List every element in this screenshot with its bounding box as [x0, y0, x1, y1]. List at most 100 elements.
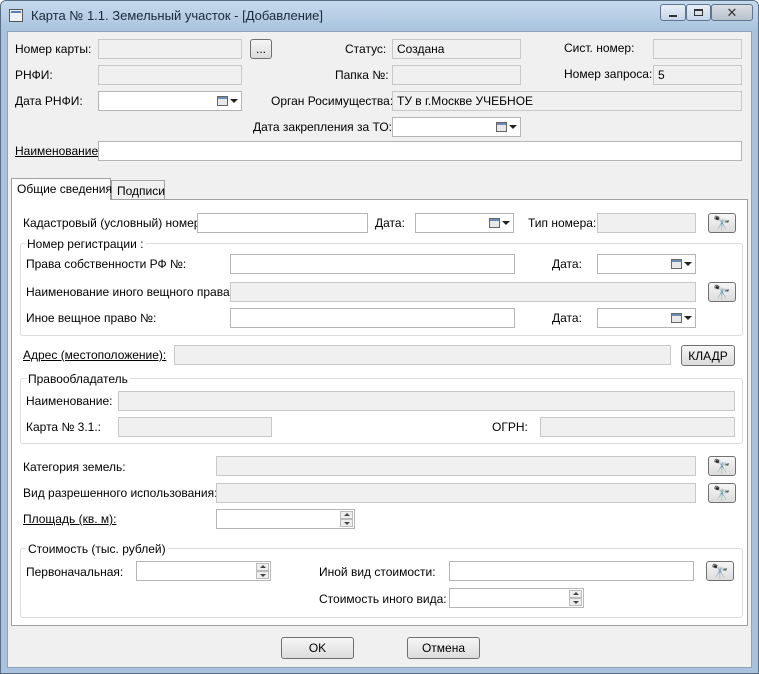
chevron-down-icon[interactable] [230, 99, 238, 103]
request-number-field: 5 [653, 65, 742, 85]
cadastral-input[interactable] [197, 213, 368, 233]
area-label: Площадь (кв. м): [23, 512, 117, 526]
sys-number-field [653, 39, 742, 59]
rnfi-date-label: Дата РНФИ: [15, 94, 83, 108]
registration-group-title: Номер регистрации : [25, 237, 146, 251]
dialog-window: Карта № 1.1. Земельный участок - [Добавл… [0, 0, 759, 674]
chevron-down-icon[interactable] [684, 316, 692, 320]
other-right-name-field [230, 282, 696, 302]
rnfi-field [98, 65, 242, 85]
request-number-label: Номер запроса: [564, 67, 653, 81]
calendar-icon[interactable] [496, 122, 507, 132]
card31-field [118, 417, 272, 437]
initial-cost-label: Первоначальная: [26, 565, 124, 579]
assign-date-picker[interactable] [392, 117, 521, 137]
ok-button[interactable]: OK [281, 637, 354, 659]
spin-up-icon[interactable] [256, 563, 269, 571]
binoculars-icon: 🔭 [713, 283, 731, 300]
calendar-icon[interactable] [671, 259, 682, 269]
land-category-label: Категория земель: [23, 460, 126, 474]
search-other-right-button[interactable]: 🔭 [708, 282, 736, 302]
window-icon [9, 9, 23, 22]
permitted-use-label: Вид разрешенного использования: [23, 486, 218, 500]
other-right-name-label: Наименование иного вещного права: [26, 285, 233, 299]
tab-general[interactable]: Общие сведения [11, 178, 112, 200]
folder-label: Папка №: [335, 68, 389, 82]
address-label: Адрес (местоположение): [23, 348, 167, 362]
rnfi-label: РНФИ: [15, 68, 53, 82]
other-right-label: Иное вещное право №: [26, 311, 157, 325]
ogrn-field [540, 417, 735, 437]
tab-panel-general: Кадастровый (условный) номер: Дата: Тип … [11, 199, 748, 626]
address-field [174, 345, 671, 365]
initial-cost-stepper[interactable] [136, 561, 271, 581]
card31-label: Карта № 3.1.: [26, 420, 101, 434]
card-number-field [98, 39, 242, 59]
number-type-label: Тип номера: [528, 216, 597, 230]
search-permitted-use-button[interactable]: 🔭 [708, 483, 736, 503]
land-category-field [216, 456, 696, 476]
spin-up-icon[interactable] [569, 590, 582, 598]
other-right-date-label: Дата: [552, 311, 582, 325]
calendar-icon[interactable] [489, 218, 500, 228]
spin-down-icon[interactable] [340, 519, 353, 527]
binoculars-icon: 🔭 [713, 457, 731, 474]
fed-property-date-label: Дата: [552, 257, 582, 271]
calendar-icon[interactable] [217, 96, 228, 106]
cadastral-date-picker[interactable] [415, 213, 514, 233]
maximize-icon [694, 9, 703, 16]
area-stepper[interactable] [216, 509, 355, 529]
fed-property-label: Права собственности РФ №: [26, 257, 187, 271]
other-cost-type-label: Иной вид стоимости: [319, 565, 436, 579]
fed-property-date-picker[interactable] [597, 254, 696, 274]
other-cost-type-input[interactable] [449, 561, 694, 581]
spin-down-icon[interactable] [256, 571, 269, 579]
binoculars-icon: 🔭 [713, 214, 731, 231]
tab-signatures[interactable]: Подписи [111, 180, 165, 200]
ogrn-label: ОГРН: [492, 420, 528, 434]
other-right-date-picker[interactable] [597, 308, 696, 328]
cost-group [20, 548, 743, 618]
permitted-use-field [216, 483, 696, 503]
status-label: Статус: [345, 42, 387, 56]
folder-field [392, 65, 521, 85]
status-field: Создана [392, 39, 521, 59]
other-cost-label: Стоимость иного вида: [319, 592, 447, 606]
minimize-button[interactable] [660, 4, 686, 21]
spin-down-icon[interactable] [569, 598, 582, 606]
title-bar[interactable]: Карта № 1.1. Земельный участок - [Добавл… [1, 1, 758, 31]
assign-date-label: Дата закрепления за ТО: [253, 120, 392, 134]
organ-field: ТУ в г.Москве УЧЕБНОЕ [392, 91, 742, 111]
cancel-button[interactable]: Отмена [407, 637, 480, 659]
fed-property-input[interactable] [230, 254, 515, 274]
name-label: Наименование: [15, 144, 102, 158]
cost-group-title: Стоимость (тыс. рублей) [26, 542, 168, 556]
name-input[interactable] [98, 141, 742, 161]
binoculars-icon: 🔭 [711, 562, 729, 579]
close-button[interactable]: ✕ [711, 4, 753, 21]
spin-up-icon[interactable] [340, 511, 353, 519]
search-number-type-button[interactable]: 🔭 [708, 213, 736, 233]
number-type-field [597, 213, 696, 233]
other-right-input[interactable] [230, 308, 515, 328]
card-number-label: Номер карты: [15, 42, 92, 56]
binoculars-icon: 🔭 [713, 484, 731, 501]
window-title: Карта № 1.1. Земельный участок - [Добавл… [31, 8, 323, 23]
chevron-down-icon[interactable] [509, 125, 517, 129]
minimize-icon [669, 14, 677, 17]
holder-name-label: Наименование: [26, 394, 113, 408]
dialog-body: Номер карты: ... Статус: Создана Сист. н… [7, 31, 752, 668]
cadastral-label: Кадастровый (условный) номер: [23, 216, 204, 230]
rnfi-date-picker[interactable] [98, 91, 242, 111]
calendar-icon[interactable] [671, 313, 682, 323]
chevron-down-icon[interactable] [502, 221, 510, 225]
other-cost-stepper[interactable] [449, 588, 584, 608]
search-other-cost-type-button[interactable]: 🔭 [706, 561, 734, 581]
maximize-button[interactable] [686, 4, 711, 21]
chevron-down-icon[interactable] [684, 262, 692, 266]
browse-button[interactable]: ... [250, 39, 272, 59]
cadastral-date-label: Дата: [375, 216, 405, 230]
kladr-button[interactable]: КЛАДР [681, 345, 735, 366]
search-land-category-button[interactable]: 🔭 [708, 456, 736, 476]
organ-label: Орган Росимущества: [271, 94, 394, 108]
